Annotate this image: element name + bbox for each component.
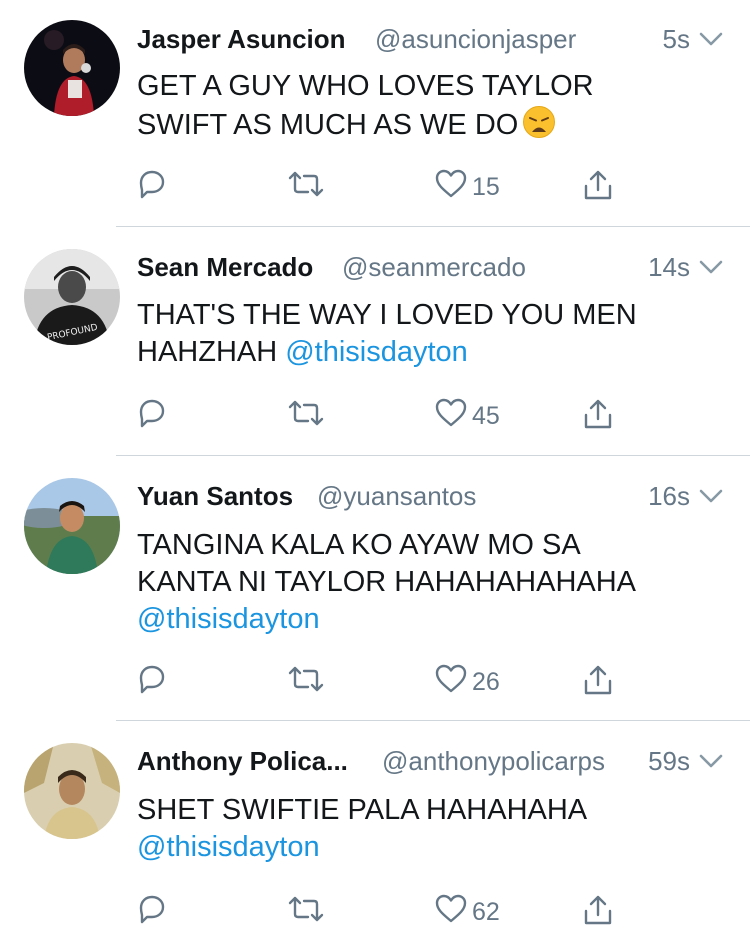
timestamp: 14s — [648, 252, 690, 282]
tweet-text-line: THAT'S THE WAY I LOVED YOU MEN — [137, 299, 637, 331]
like-button[interactable]: 15 — [434, 168, 500, 208]
retweet-icon — [288, 171, 324, 197]
chevron-down-icon[interactable] — [698, 484, 724, 508]
like-button[interactable]: 45 — [434, 397, 500, 437]
display-name[interactable]: Anthony Polica... — [137, 743, 348, 779]
share-button[interactable] — [582, 168, 614, 208]
chevron-down-icon[interactable] — [698, 27, 724, 51]
avatar[interactable]: PROFOUND — [24, 249, 120, 345]
heart-icon — [435, 894, 467, 923]
retweet-button[interactable] — [286, 663, 326, 703]
tweet-text: THAT'S THE WAY I LOVED YOU MEN HAHZHAH @… — [137, 297, 730, 371]
mention-link[interactable]: @thisisdayton — [137, 831, 320, 863]
heart-icon — [435, 169, 467, 198]
reply-button[interactable] — [137, 397, 167, 437]
avatar[interactable] — [24, 478, 120, 574]
avatar-image — [24, 478, 120, 574]
like-count: 26 — [472, 668, 500, 696]
tweet-text: TANGINA KALA KO AYAW MO SA KANTA NI TAYL… — [137, 527, 730, 638]
retweet-icon — [288, 666, 324, 692]
tweet-text-line: TANGINA KALA KO AYAW MO SA — [137, 529, 581, 561]
heart-icon — [435, 664, 467, 693]
share-button[interactable] — [582, 893, 614, 933]
tweet-text: GET A GUY WHO LOVES TAYLOR SWIFT AS MUCH… — [137, 68, 730, 144]
username[interactable]: @asuncionjasper — [375, 21, 576, 57]
tweet[interactable]: Jasper Asuncion @asuncionjasper 5s GET A… — [0, 0, 750, 226]
avatar[interactable] — [24, 20, 120, 116]
retweet-button[interactable] — [286, 893, 326, 933]
tweet-text-line: HAHZHAH — [137, 336, 286, 368]
tweet-text-line: GET A GUY WHO LOVES TAYLOR — [137, 70, 594, 102]
username[interactable]: @anthonypolicarps — [382, 743, 605, 779]
chevron-down-icon[interactable] — [698, 255, 724, 279]
like-count: 45 — [472, 402, 500, 430]
username[interactable]: @yuansantos — [317, 478, 476, 514]
tweet-text-line: SWIFT AS MUCH AS WE DO — [137, 109, 519, 141]
retweet-button[interactable] — [286, 168, 326, 208]
like-count: 15 — [472, 173, 500, 201]
reply-button[interactable] — [137, 168, 167, 208]
tweet[interactable]: Anthony Polica... @anthonypolicarps 59s … — [0, 721, 750, 949]
reply-icon — [139, 665, 165, 694]
mention-link[interactable]: @thisisdayton — [137, 603, 320, 635]
avatar-image: PROFOUND — [24, 249, 120, 345]
like-count: 62 — [472, 898, 500, 926]
timestamp: 5s — [662, 24, 690, 54]
mention-link[interactable]: @thisisdayton — [285, 336, 468, 368]
reply-icon — [139, 170, 165, 199]
reply-icon — [139, 399, 165, 428]
weary-face-emoji — [523, 106, 556, 138]
tweet[interactable]: PROFOUND Sean Mercado @seanmercado 14s T… — [0, 227, 750, 453]
avatar-image — [24, 20, 120, 116]
reply-button[interactable] — [137, 663, 167, 703]
share-icon — [584, 399, 612, 429]
timestamp: 59s — [648, 746, 690, 776]
username[interactable]: @seanmercado — [342, 249, 526, 285]
share-icon — [584, 170, 612, 200]
display-name[interactable]: Sean Mercado — [137, 249, 313, 285]
retweet-button[interactable] — [286, 397, 326, 437]
avatar[interactable] — [24, 743, 120, 839]
display-name[interactable]: Jasper Asuncion — [137, 21, 346, 57]
reply-icon — [139, 895, 165, 924]
display-name[interactable]: Yuan Santos — [137, 478, 293, 514]
tweet-text-line: KANTA NI TAYLOR HAHAHAHAHAHA — [137, 566, 637, 598]
heart-icon — [435, 398, 467, 427]
avatar-image — [24, 743, 120, 839]
share-icon — [584, 895, 612, 925]
like-button[interactable]: 26 — [434, 663, 500, 703]
share-button[interactable] — [582, 663, 614, 703]
tweet[interactable]: Yuan Santos @yuansantos 16s TANGINA KALA… — [0, 456, 750, 719]
like-button[interactable]: 62 — [434, 893, 500, 933]
share-icon — [584, 665, 612, 695]
timestamp: 16s — [648, 481, 690, 511]
tweet-text: SHET SWIFTIE PALA HAHAHAHA @thisisdayton — [137, 792, 730, 866]
tweet-text-line: SHET SWIFTIE PALA HAHAHAHA — [137, 794, 588, 826]
share-button[interactable] — [582, 397, 614, 437]
retweet-icon — [288, 400, 324, 426]
chevron-down-icon[interactable] — [698, 749, 724, 773]
retweet-icon — [288, 896, 324, 922]
reply-button[interactable] — [137, 893, 167, 933]
